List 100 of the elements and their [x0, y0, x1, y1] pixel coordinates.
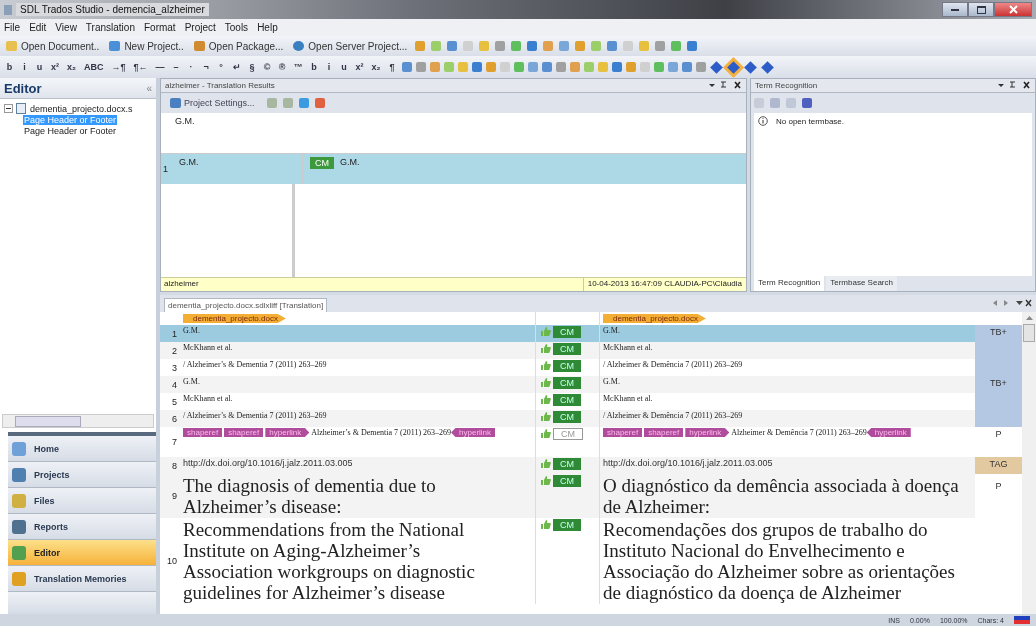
target-text[interactable]: O diagnóstico da demência associada à doença de Alzheimer: — [603, 475, 963, 517]
toolbar-icon[interactable] — [695, 62, 706, 72]
toolbar-icon[interactable] — [671, 41, 682, 51]
format-button[interactable]: →¶ — [109, 62, 128, 72]
format-button[interactable]: ™ — [291, 62, 305, 72]
menu-item[interactable]: Help — [257, 22, 278, 33]
toolbar-icon[interactable] — [559, 41, 570, 51]
format-button[interactable]: i — [19, 62, 30, 72]
target-text[interactable]: G.M. — [603, 326, 972, 335]
close-button[interactable] — [994, 2, 1032, 17]
target-text[interactable]: / Alzheimer & Demência 7 (2011) 263–269 — [603, 411, 972, 420]
minimize-button[interactable] — [942, 2, 968, 17]
toolbar-icon[interactable] — [457, 62, 468, 72]
menu-item[interactable]: Translation — [85, 22, 135, 33]
toolbar-icon[interactable] — [611, 62, 622, 72]
vertical-scrollbar[interactable] — [1022, 312, 1036, 614]
toolbar-button[interactable]: New Project.. — [107, 40, 186, 52]
toolbar-icon[interactable] — [401, 62, 412, 72]
format-button[interactable]: ® — [276, 62, 288, 72]
toolbar-icon[interactable] — [471, 62, 482, 72]
toolbar-icon[interactable] — [575, 41, 586, 51]
format-button[interactable]: i — [323, 62, 335, 72]
horizontal-scrollbar[interactable] — [2, 414, 154, 428]
toolbar-icon[interactable] — [583, 62, 594, 72]
format-button[interactable]: ¶ — [386, 62, 398, 72]
nav-button[interactable]: Translation Memories — [8, 566, 156, 592]
toolbar-icon[interactable] — [543, 41, 554, 51]
toolbar-icon[interactable] — [513, 62, 524, 72]
toolbar-icon[interactable] — [527, 62, 538, 72]
toolbar-button[interactable]: Open Package... — [191, 40, 286, 52]
toolbar-button[interactable]: Open Document.. — [4, 40, 102, 52]
toolbar-button[interactable]: Open Server Project... — [291, 40, 410, 52]
toolbar-icon[interactable] — [495, 41, 506, 51]
toolbar-icon[interactable] — [282, 98, 293, 108]
format-button[interactable]: ° — [215, 62, 227, 72]
expander-icon[interactable] — [4, 104, 13, 113]
format-button[interactable]: b — [4, 62, 15, 72]
toolbar-icon[interactable] — [653, 62, 664, 72]
toolbar-icon[interactable] — [485, 62, 496, 72]
panel-controls-icon[interactable] — [708, 80, 742, 91]
toolbar-icon[interactable] — [667, 62, 678, 72]
toolbar-icon[interactable] — [607, 41, 618, 51]
panel-controls-icon[interactable] — [992, 298, 1032, 309]
target-text[interactable]: McKhann et al. — [603, 394, 972, 403]
toolbar-icon[interactable] — [443, 62, 454, 72]
maximize-button[interactable] — [968, 2, 994, 17]
toolbar-icon[interactable] — [415, 41, 426, 51]
format-button[interactable]: x₂ — [369, 62, 383, 72]
menu-item[interactable]: Project — [184, 22, 216, 33]
format-button[interactable]: x² — [49, 62, 61, 72]
format-button[interactable]: ABC — [82, 62, 106, 72]
toolbar-icon[interactable] — [655, 41, 666, 51]
nav-button[interactable]: Files — [8, 488, 156, 514]
menu-item[interactable]: View — [55, 22, 77, 33]
format-button[interactable]: § — [246, 62, 258, 72]
toolbar-icon[interactable] — [429, 62, 440, 72]
menu-item[interactable]: Format — [143, 22, 176, 33]
nav-button[interactable]: Home — [8, 436, 156, 462]
format-button[interactable]: – — [170, 62, 182, 72]
scroll-up-icon[interactable] — [1025, 315, 1033, 320]
target-text[interactable]: shaperef shaperef hyperlink Alzheimer & Demência 7 (2011) 263–269 hyperlink — [603, 428, 972, 437]
toolbar-icon[interactable] — [639, 41, 650, 51]
target-text[interactable]: http://dx.doi.org/10.1016/j.jalz.2011.03.005 — [603, 458, 972, 468]
toolbar-icon[interactable] — [527, 41, 538, 51]
format-button[interactable]: ↵ — [230, 62, 243, 72]
toolbar-icon[interactable] — [266, 98, 277, 108]
toolbar-icon[interactable] — [591, 41, 602, 51]
menu-item[interactable]: Edit — [29, 22, 47, 33]
format-button[interactable]: u — [34, 62, 45, 72]
format-button[interactable]: u — [338, 62, 350, 72]
toolbar-icon[interactable] — [569, 62, 580, 72]
project-settings-button[interactable]: Project Settings... — [164, 97, 261, 109]
panel-controls-icon[interactable] — [997, 80, 1031, 91]
menu-item[interactable]: Tools — [224, 22, 249, 33]
toolbar-icon[interactable] — [681, 62, 692, 72]
format-button[interactable]: x₂ — [65, 62, 79, 72]
format-button[interactable]: © — [261, 62, 273, 72]
target-text[interactable]: Recomendações dos grupos de trabalho do Instituto Nacional do Envelhecimento e Associação do Alzheimer sobre as orientações de diagnóstico da doença de Alzheimer — [603, 519, 963, 603]
format-button[interactable]: b — [308, 62, 320, 72]
format-button[interactable]: ¶← — [131, 62, 150, 72]
toolbar-icon[interactable] — [479, 41, 490, 51]
document-tab[interactable]: dementia_projecto.docx.sdlxliff [Translation] — [164, 298, 328, 312]
toolbar-icon[interactable] — [597, 62, 608, 72]
toolbar-icon[interactable] — [447, 41, 458, 51]
panel-tab[interactable]: Termbase Search — [826, 276, 897, 291]
toolbar-icon[interactable] — [415, 62, 426, 72]
menu-item[interactable]: File — [4, 22, 21, 33]
format-button[interactable]: ¬ — [200, 62, 212, 72]
toolbar-icon[interactable] — [314, 98, 325, 108]
toolbar-icon[interactable] — [625, 62, 636, 72]
tree-item[interactable]: Page Header or Footer — [23, 125, 118, 136]
target-text[interactable]: McKhann et al. — [603, 343, 972, 352]
toolbar-icon[interactable] — [555, 62, 566, 72]
format-button[interactable]: x² — [353, 62, 366, 72]
toolbar-icon[interactable] — [541, 62, 552, 72]
toolbar-icon[interactable] — [431, 41, 442, 51]
scroll-thumb[interactable] — [1023, 324, 1035, 342]
target-text[interactable]: / Alzheimer & Demência 7 (2011) 263–269 — [603, 360, 972, 369]
toolbar-icon[interactable] — [511, 41, 522, 51]
nav-button[interactable]: Reports — [8, 514, 156, 540]
